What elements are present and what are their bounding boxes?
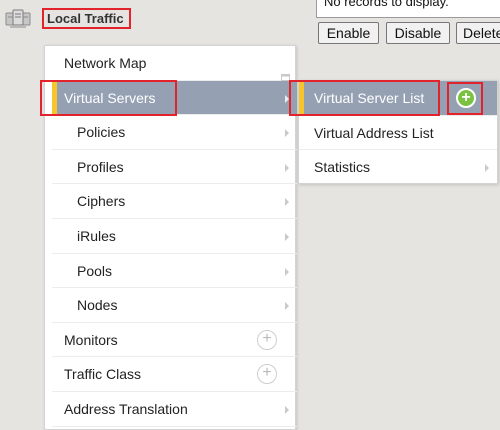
menu-item-label: Address Translation	[64, 401, 188, 417]
submenu-item-label: Statistics	[314, 159, 371, 176]
menu-item-virtual-servers[interactable]: Virtual Servers	[52, 80, 297, 116]
local-traffic-link[interactable]: Local Traffic	[42, 8, 131, 29]
menu-item-nodes[interactable]: Nodes	[52, 288, 297, 323]
submenu-item-virtual-address-list[interactable]: Virtual Address List	[299, 116, 497, 151]
submenu-item-virtual-server-list[interactable]: Virtual Server List +	[299, 81, 497, 116]
chevron-right-icon	[285, 94, 289, 103]
menu-item-label: Traffic Class	[64, 366, 142, 383]
menu-item-label: Profiles	[77, 158, 124, 175]
external-window-icon	[281, 59, 290, 81]
menu-item-label: Policies	[77, 124, 126, 141]
menu-item-policies[interactable]: Policies	[52, 115, 297, 150]
menu-item-profiles[interactable]: Profiles	[52, 150, 297, 185]
menu-item-label: Monitors	[64, 331, 118, 348]
menu-item-pools[interactable]: Pools	[52, 254, 297, 289]
chevron-right-icon	[485, 164, 489, 173]
submenu-item-statistics[interactable]: Statistics	[299, 150, 497, 185]
delete-button[interactable]: Delete	[456, 22, 500, 44]
menu-item-label: Virtual Servers	[64, 89, 156, 106]
active-indicator	[299, 81, 304, 115]
menu-item-label: Network Map	[64, 55, 147, 71]
chevron-right-icon	[285, 163, 289, 172]
virtual-servers-submenu: Virtual Server List + Virtual Address Li…	[298, 80, 498, 184]
plus-circle-icon[interactable]: +	[257, 329, 277, 350]
plus-circle-icon[interactable]: +	[257, 364, 277, 385]
chevron-right-icon	[285, 233, 289, 241]
menu-item-network-map[interactable]: Network Map	[52, 46, 297, 81]
chevron-right-icon	[285, 302, 289, 311]
chevron-right-icon	[285, 129, 289, 138]
submenu-item-label: Virtual Address List	[314, 124, 434, 141]
disable-button[interactable]: Disable	[386, 22, 450, 44]
submenu-item-label: Virtual Server List	[314, 90, 425, 106]
chevron-right-icon	[285, 406, 289, 414]
menu-item-label: iRules	[77, 228, 116, 244]
menu-item-label: Ciphers	[77, 193, 126, 210]
local-traffic-menu: Network Map Virtual Servers Policies Pro…	[44, 45, 297, 430]
menu-item-traffic-class[interactable]: Traffic Class +	[52, 357, 297, 392]
menu-item-monitors[interactable]: Monitors +	[52, 323, 297, 358]
menu-item-irules[interactable]: iRules	[52, 219, 297, 254]
local-traffic-icon	[4, 8, 34, 30]
active-indicator	[52, 80, 57, 115]
records-message: No records to display.	[316, 0, 500, 18]
chevron-right-icon	[285, 267, 289, 276]
menu-item-ciphers[interactable]: Ciphers	[52, 184, 297, 219]
enable-button[interactable]: Enable	[318, 22, 379, 44]
menu-item-label: Nodes	[77, 297, 118, 314]
green-plus-icon[interactable]: +	[456, 88, 476, 108]
menu-item-label: Pools	[77, 262, 113, 279]
menu-item-address-translation[interactable]: Address Translation	[52, 392, 297, 427]
chevron-right-icon	[285, 198, 289, 207]
